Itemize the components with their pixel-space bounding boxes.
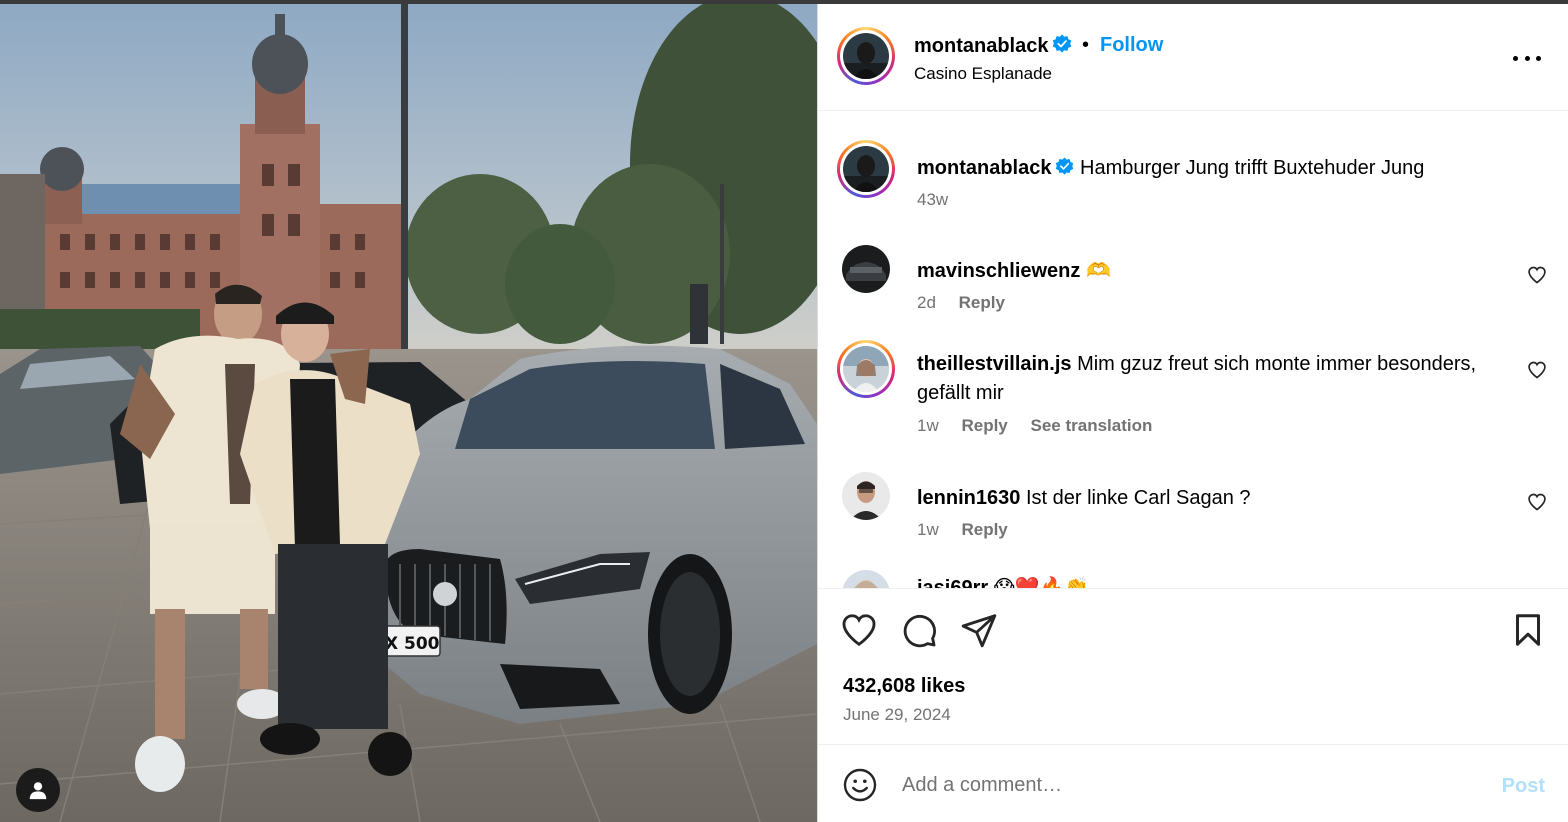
location-link[interactable]: Casino Esplanade: [914, 64, 1052, 84]
caption-avatar[interactable]: [837, 140, 895, 198]
comment-username[interactable]: lennin1630: [917, 487, 1020, 509]
comment-item: theillestvillain.js Mim gzuz freut sich …: [818, 340, 1568, 440]
comment-time: 1w: [917, 520, 939, 539]
comment-username[interactable]: mavinschliewenz: [917, 260, 1080, 282]
commenter-avatar-image: [842, 472, 890, 520]
caption-username[interactable]: montanablack: [917, 157, 1051, 179]
author-username-text: montanablack: [914, 35, 1049, 57]
comment-input[interactable]: [902, 767, 1462, 803]
share-send-icon[interactable]: [960, 611, 998, 649]
post-header: montanablack • Follow Casino Esplanade: [818, 4, 1568, 111]
like-heart-icon[interactable]: [840, 611, 878, 649]
post-side-panel: montanablack • Follow Casino Esplanade m…: [817, 4, 1568, 822]
caption-text: Hamburger Jung trifft Buxtehuder Jung: [1080, 157, 1425, 179]
comment-username[interactable]: iasi69rr: [917, 577, 988, 588]
comment-time: 2d: [917, 293, 936, 312]
comment-item: mavinschliewenz 🫶 2d Reply: [818, 245, 1568, 325]
like-comment-heart-icon[interactable]: [1527, 360, 1547, 380]
comment-body: theillestvillain.js Mim gzuz freut sich …: [917, 350, 1507, 408]
person-icon: [29, 782, 47, 800]
like-comment-heart-icon[interactable]: [1527, 492, 1547, 512]
comment-meta: 1w Reply: [917, 520, 1026, 540]
caption-body: montanablack Hamburger Jung trifft Buxte…: [917, 154, 1517, 183]
comment-text: 😱❤️🔥👏: [993, 577, 1090, 588]
comment-item: lennin1630 Ist der linke Carl Sagan ? 1w…: [818, 472, 1568, 552]
license-plate-text: X 500: [385, 634, 440, 654]
caption-time: 43w: [917, 190, 949, 209]
post-photo[interactable]: X 500: [0, 4, 817, 822]
comment-time: 1w: [917, 416, 939, 435]
commenter-avatar-image: [843, 346, 889, 392]
commenter-avatar[interactable]: [842, 472, 890, 520]
more-options-icon[interactable]: [1513, 48, 1541, 68]
post-actions: 432,608 likes June 29, 2024: [818, 588, 1568, 744]
post-date[interactable]: June 29, 2024: [843, 705, 951, 725]
comment-body: iasi69rr 😱❤️🔥👏: [917, 574, 1487, 588]
comment-bubble-icon[interactable]: [900, 611, 938, 649]
comment-username[interactable]: theillestvillain.js: [917, 353, 1072, 375]
comment-item: iasi69rr 😱❤️🔥👏: [818, 570, 1568, 588]
see-translation-button[interactable]: See translation: [1031, 416, 1153, 435]
comment-text: Ist der linke Carl Sagan ?: [1025, 487, 1251, 509]
save-bookmark-icon[interactable]: [1510, 611, 1546, 649]
reply-button[interactable]: Reply: [961, 416, 1007, 435]
comment-meta: 2d Reply: [917, 293, 1023, 313]
author-username[interactable]: montanablack: [914, 34, 1072, 58]
comment-text: 🫶: [1085, 260, 1111, 282]
comment-body: lennin1630 Ist der linke Carl Sagan ?: [917, 484, 1487, 513]
reply-button[interactable]: Reply: [961, 520, 1007, 539]
caption: montanablack Hamburger Jung trifft Buxte…: [818, 140, 1568, 220]
comments-list[interactable]: montanablack Hamburger Jung trifft Buxte…: [818, 112, 1568, 588]
caption-avatar-image: [843, 146, 889, 192]
emoji-icon[interactable]: [842, 767, 878, 803]
commenter-avatar[interactable]: [837, 340, 895, 398]
author-avatar-image: [843, 33, 889, 79]
verified-badge-icon: [1053, 34, 1072, 53]
post-image: X 500: [0, 4, 817, 822]
commenter-avatar[interactable]: [842, 570, 890, 588]
author-avatar[interactable]: [837, 27, 895, 85]
commenter-avatar-image: [842, 570, 890, 588]
header-separator-dot: •: [1082, 34, 1090, 56]
comment-meta: 1w Reply See translation: [917, 416, 1170, 436]
comment-composer: Post: [818, 744, 1568, 822]
reply-button[interactable]: Reply: [959, 293, 1005, 312]
post-comment-button[interactable]: Post: [1502, 775, 1545, 798]
verified-badge-icon: [1056, 157, 1074, 175]
likes-count[interactable]: 432,608 likes: [843, 675, 965, 698]
follow-button[interactable]: Follow: [1100, 34, 1163, 57]
caption-meta: 43w: [917, 190, 966, 210]
like-comment-heart-icon[interactable]: [1527, 265, 1547, 285]
commenter-avatar-image: [842, 245, 890, 293]
comment-body: mavinschliewenz 🫶: [917, 257, 1487, 286]
commenter-avatar[interactable]: [842, 245, 890, 293]
tagged-users-button[interactable]: [16, 768, 60, 812]
